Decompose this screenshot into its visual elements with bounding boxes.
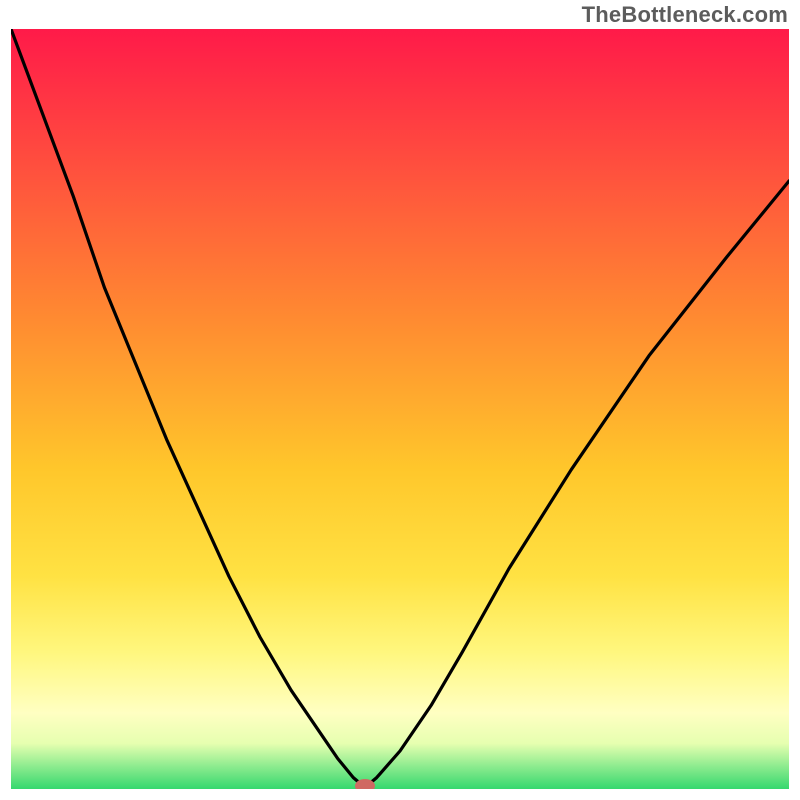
chart-svg	[11, 29, 789, 789]
image-frame: TheBottleneck.com	[0, 0, 800, 800]
attribution-text: TheBottleneck.com	[582, 2, 788, 28]
bottleneck-curve	[11, 29, 789, 787]
chart-plot-area	[11, 29, 789, 789]
